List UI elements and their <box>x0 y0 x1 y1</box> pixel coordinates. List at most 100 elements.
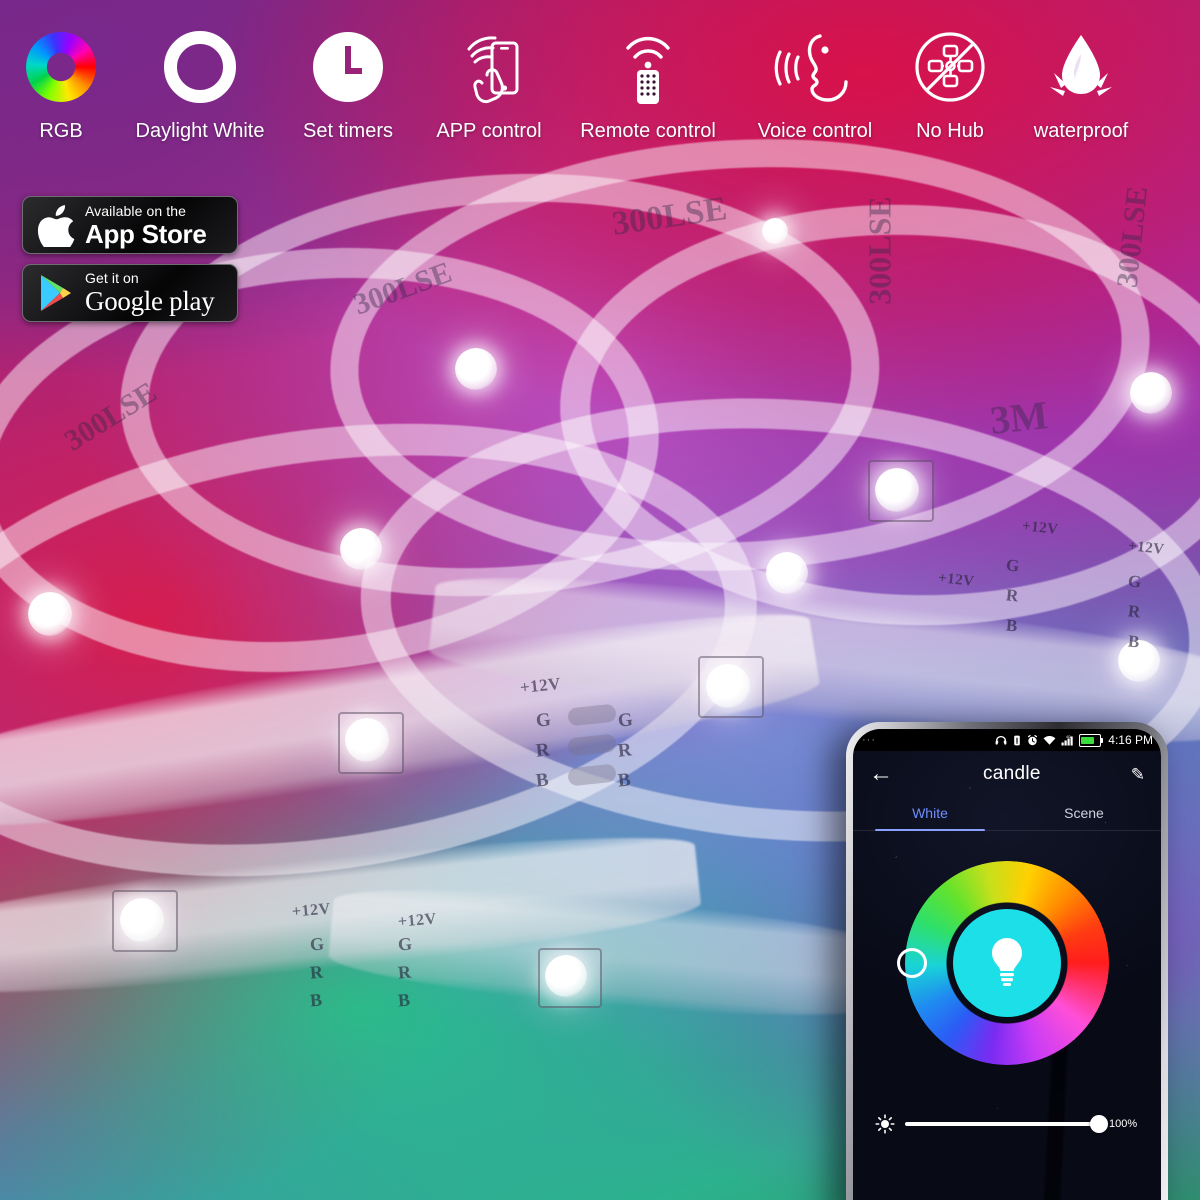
phone-screen: ··· 4G 4:16 PM ← candle ✎ White Scene 10… <box>853 729 1161 1200</box>
brightness-slider-knob[interactable] <box>1090 1115 1108 1133</box>
led-chip-outline <box>698 656 764 718</box>
status-overflow-dots: ··· <box>862 734 876 746</box>
feature-label: RGB <box>39 120 83 142</box>
led-chip-glow <box>766 552 808 594</box>
battery-icon <box>1079 733 1104 747</box>
feature-voice-control: Voice control <box>736 24 894 143</box>
badge-big-text: Google play <box>85 286 215 316</box>
pad-label-g: G <box>309 933 326 955</box>
led-chip-glow <box>455 348 497 390</box>
led-chip-glow <box>28 592 72 636</box>
feature-icon-row: RGB Daylight White Set timers APP contro… <box>0 24 1200 174</box>
tab-bar: White Scene <box>853 797 1161 831</box>
pad-label-r: R <box>1127 601 1142 622</box>
pad-label-g: G <box>1127 571 1143 592</box>
pad-label-voltage: +12V <box>519 673 562 698</box>
pad-label-g: G <box>397 933 414 955</box>
svg-text:4G: 4G <box>1066 735 1071 739</box>
adhesive-brand: 3M <box>987 392 1050 443</box>
google-play-badge[interactable]: Get it on Google play <box>22 264 238 322</box>
voice-face-icon <box>772 24 858 110</box>
vibrate-icon <box>1012 735 1022 746</box>
color-wheel-icon <box>26 24 96 110</box>
app-store-badge[interactable]: Available on the App Store <box>22 196 238 254</box>
pad-label-b: B <box>309 989 324 1011</box>
back-arrow-icon[interactable]: ← <box>869 762 893 786</box>
feature-label: Voice control <box>757 120 873 142</box>
wifi-icon <box>1043 735 1056 746</box>
feature-label: waterproof <box>1033 120 1129 142</box>
led-chip-glow <box>1130 372 1172 414</box>
pad-label-b: B <box>534 769 551 792</box>
pad-label-r: R <box>534 739 552 762</box>
feature-label: APP control <box>436 120 542 142</box>
pad-label-g: G <box>616 709 635 732</box>
pad-label-b: B <box>397 989 412 1011</box>
feature-label: Daylight White <box>135 120 265 142</box>
feature-app-control: APP control <box>418 24 560 143</box>
store-badges: Available on the App Store Get it on Goo… <box>22 196 238 322</box>
pad-label-r: R <box>309 961 325 983</box>
led-chip-outline <box>338 712 404 774</box>
badge-big-text: App Store <box>85 218 207 249</box>
wheel-handle-icon[interactable] <box>897 948 927 978</box>
pad-label-g: G <box>1005 555 1021 576</box>
no-hub-icon <box>911 24 989 110</box>
tab-white[interactable]: White <box>853 797 1007 831</box>
color-picker-section <box>853 861 1161 1065</box>
feature-set-timers: Set timers <box>278 24 418 143</box>
light-bulb-icon <box>983 934 1031 993</box>
feature-remote-control: Remote control <box>560 24 736 143</box>
product-marketing-image: +12V G R B G R B +12V +12V G R B G R B +… <box>0 0 1200 1200</box>
brightness-sun-icon <box>875 1114 895 1134</box>
adhesive-code: 300LSE <box>861 196 898 305</box>
pad-label-voltage: +12V <box>1127 538 1166 558</box>
brightness-slider[interactable] <box>905 1115 1108 1133</box>
pad-label-voltage: +12V <box>1021 518 1060 538</box>
brightness-control: 100% <box>853 1114 1161 1134</box>
phone-mockup: ··· 4G 4:16 PM ← candle ✎ White Scene 10… <box>846 722 1168 1200</box>
feature-waterproof: waterproof <box>1006 24 1156 143</box>
feature-no-hub: No Hub <box>894 24 1006 143</box>
status-bar: ··· 4G 4:16 PM <box>853 729 1161 751</box>
pad-label-voltage: +12V <box>397 910 438 931</box>
led-chip-outline <box>538 948 602 1008</box>
pad-label-b: B <box>1127 631 1141 652</box>
water-drop-icon <box>1038 24 1124 110</box>
pad-label-g: G <box>534 709 553 732</box>
led-chip-outline <box>868 460 934 522</box>
pad-label-r: R <box>397 961 413 983</box>
pad-label-voltage: +12V <box>291 900 332 921</box>
app-bar: ← candle ✎ <box>853 751 1161 797</box>
selected-color-swatch[interactable] <box>953 909 1061 1017</box>
led-chip-glow <box>340 528 382 570</box>
feature-rgb: RGB <box>0 24 122 143</box>
pad-label-r: R <box>1005 585 1020 606</box>
white-ring-icon <box>164 24 236 110</box>
page-title: candle <box>982 763 1041 784</box>
brightness-value: 100% <box>1109 1118 1138 1130</box>
badge-small-text: Get it on <box>85 270 139 286</box>
headphone-icon <box>995 735 1007 746</box>
signal-icon: 4G <box>1061 735 1074 746</box>
pad-label-b: B <box>616 769 633 792</box>
feature-label: Remote control <box>580 120 716 142</box>
remote-signal-icon <box>615 24 681 110</box>
status-time: 4:16 PM <box>1108 733 1153 747</box>
color-wheel[interactable] <box>897 861 1109 1065</box>
pad-label-r: R <box>616 739 634 762</box>
pad-label-b: B <box>1005 615 1019 636</box>
led-chip-outline <box>112 890 178 952</box>
edit-pencil-icon[interactable]: ✎ <box>1131 766 1145 783</box>
tab-scene[interactable]: Scene <box>1007 797 1161 830</box>
badge-small-text: Available on the <box>85 202 186 219</box>
pad-label-voltage: +12V <box>937 570 976 590</box>
feature-daylight-white: Daylight White <box>122 24 278 143</box>
apple-logo-icon <box>33 203 79 247</box>
led-chip-glow <box>762 218 788 244</box>
feature-label: No Hub <box>916 120 984 142</box>
alarm-icon <box>1027 734 1038 746</box>
phone-hand-icon <box>451 24 527 110</box>
feature-label: Set timers <box>302 120 394 142</box>
clock-icon <box>311 24 385 110</box>
